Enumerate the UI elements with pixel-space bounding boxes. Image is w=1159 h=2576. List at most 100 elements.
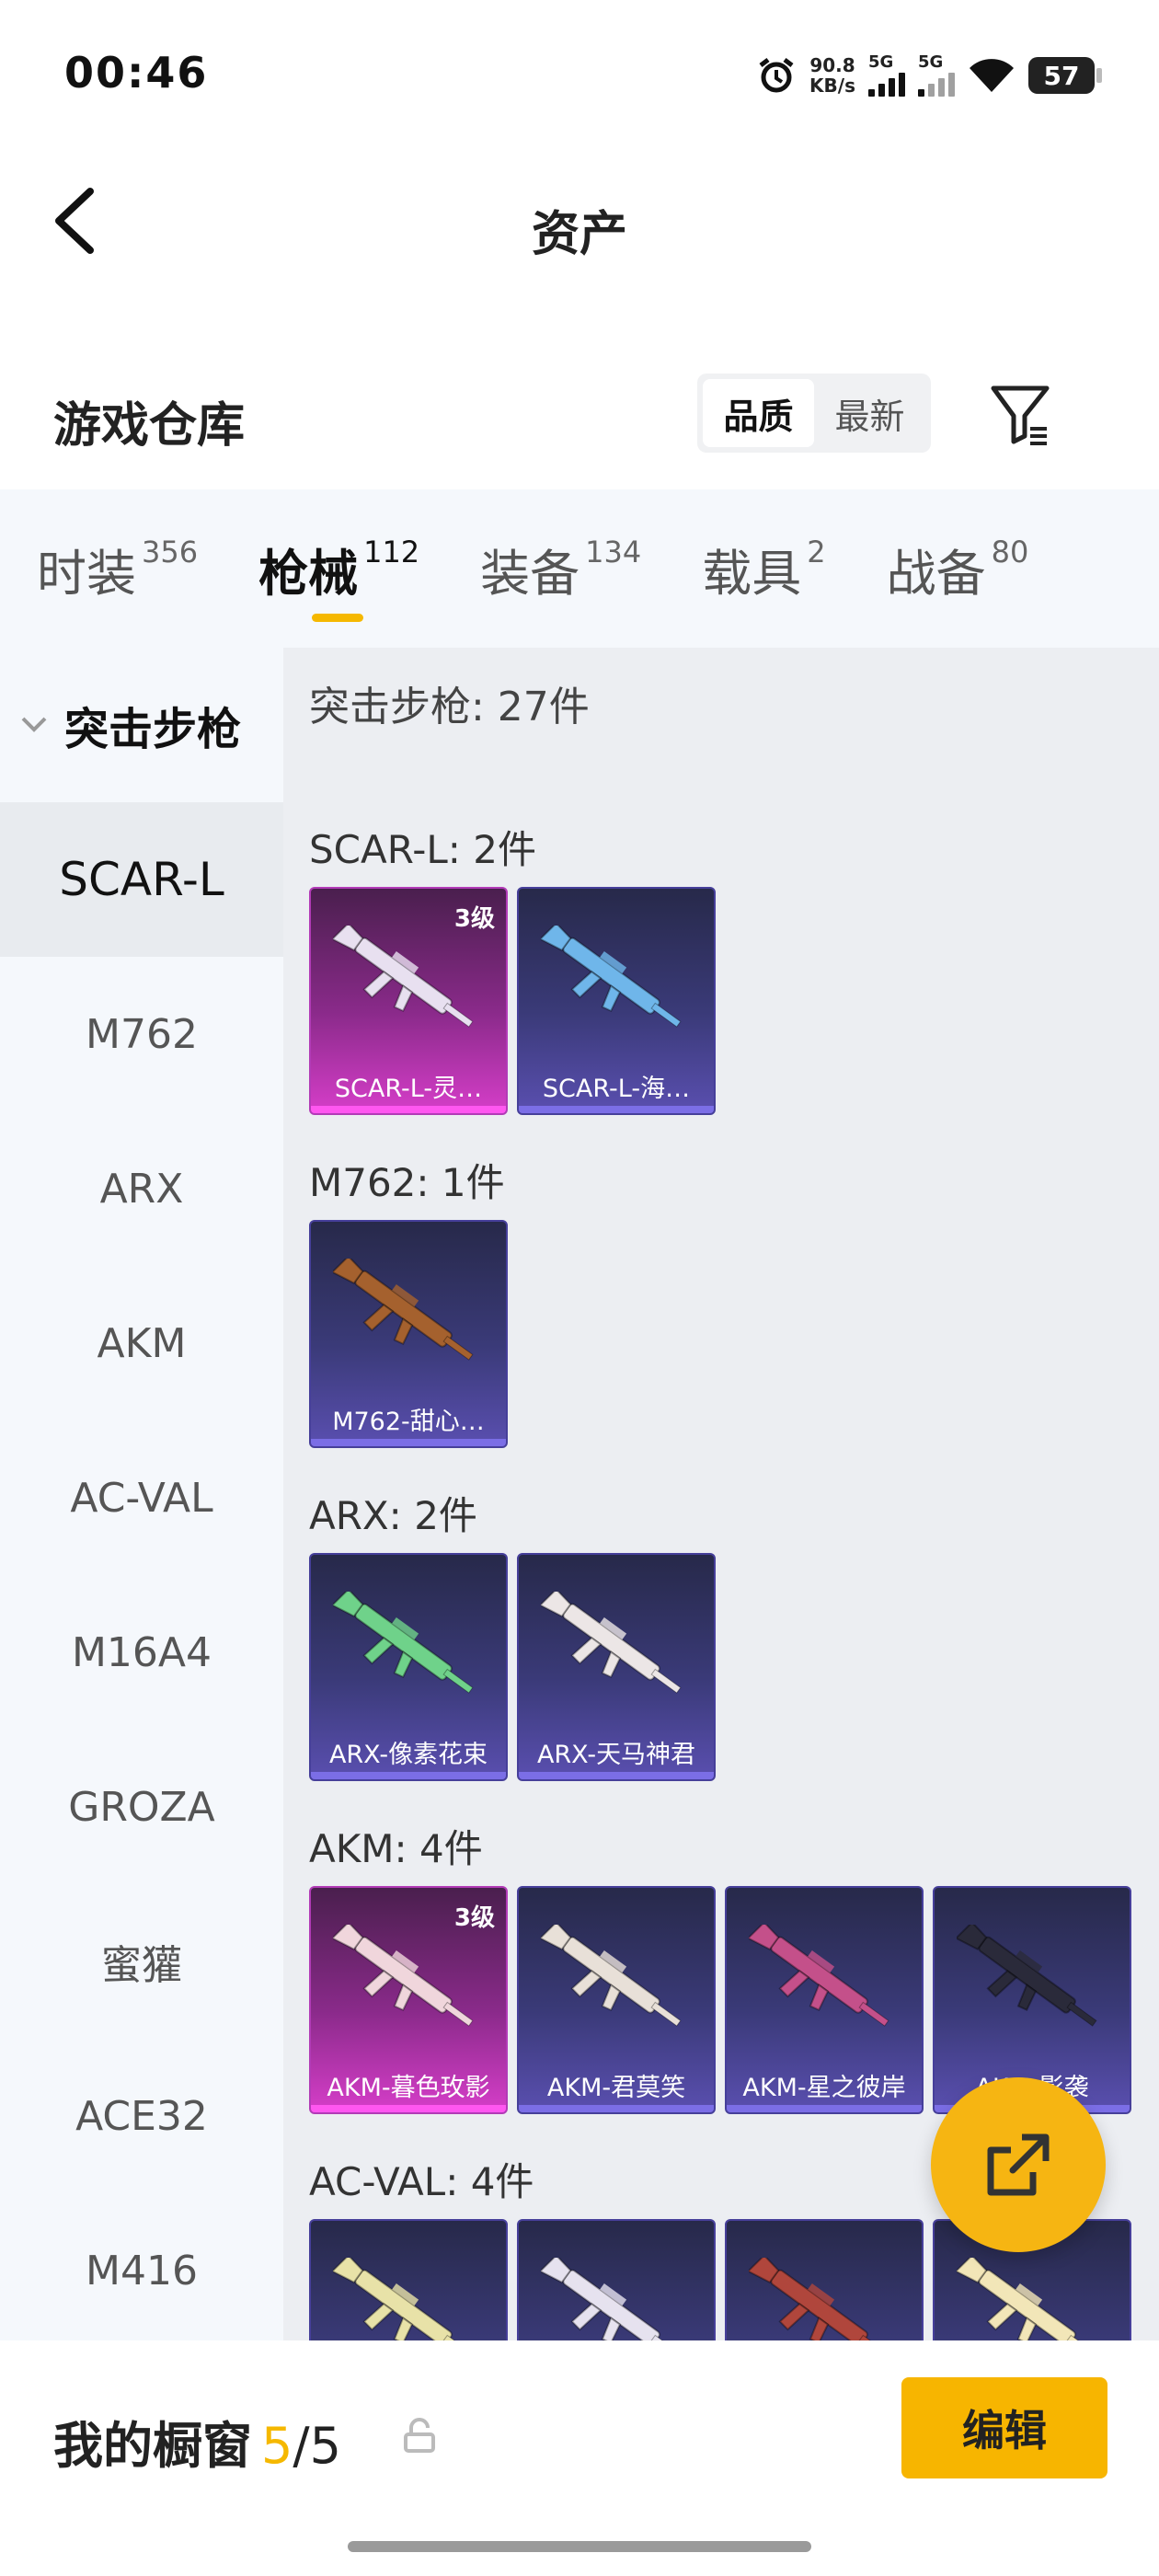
sidebar-item[interactable]: AKM: [0, 1266, 283, 1420]
tab-label: 枪械: [258, 544, 359, 603]
chevron-down-icon: [21, 717, 47, 732]
tab-count: 80: [991, 535, 1029, 569]
warehouse-title: 游戏仓库: [53, 398, 246, 454]
sidebar-item[interactable]: M762: [0, 957, 283, 1111]
status-bar: 00:46 90.8 KB/s 5G 5G 57: [0, 0, 1159, 156]
sort-quality-button[interactable]: 品质: [703, 379, 814, 447]
item-card[interactable]: AKM-君莫笑: [517, 1886, 716, 2114]
signal-2: 5G: [918, 54, 955, 97]
group-title: SCAR-L: 2件: [309, 827, 536, 872]
sidebar-item[interactable]: M416: [0, 2193, 283, 2348]
item-name: SCAR-L-灵…: [334, 1075, 483, 1103]
wifi-icon: [970, 59, 1014, 92]
group-title: ARX: 2件: [309, 1493, 477, 1538]
status-time: 00:46: [64, 48, 209, 98]
item-card[interactable]: [725, 2219, 924, 2340]
item-card[interactable]: [517, 2219, 716, 2340]
quality-bar: [519, 1772, 714, 1779]
showcase-title: 我的橱窗: [53, 2417, 252, 2475]
tab-4[interactable]: 战备 80: [887, 489, 1029, 648]
tab-label: 时装: [37, 544, 136, 603]
speed-value: 90.8: [809, 54, 855, 76]
battery-icon: 57: [1028, 57, 1102, 94]
item-card[interactable]: [309, 2219, 508, 2340]
item-card[interactable]: 3级 AKM-暮色玫影: [309, 1886, 508, 2114]
category-tabs: 时装 356 枪械 112 装备 134 载具 2 战备 80: [0, 489, 1159, 648]
tab-1[interactable]: 枪械 112: [258, 489, 419, 648]
item-name: AKM-君莫笑: [546, 2074, 686, 2102]
level-badge: 3级: [453, 905, 495, 933]
gun-icon: [541, 1925, 682, 2027]
home-indicator: [348, 2541, 811, 2552]
item-card[interactable]: SCAR-L-海…: [517, 887, 716, 1115]
gun-icon: [333, 926, 474, 1028]
tab-count: 2: [807, 535, 826, 569]
signal-1: 5G: [868, 54, 905, 97]
quality-bar: [311, 1106, 506, 1113]
page-title: 资产: [531, 207, 627, 262]
sidebar-item[interactable]: GROZA: [0, 1730, 283, 1884]
share-icon: [987, 2133, 1050, 2196]
showcase-bar: 我的橱窗 5/5 编辑: [0, 2340, 1159, 2576]
item-name: AKM-星之彼岸: [742, 2074, 906, 2102]
item-name: AKM-暮色玫影: [327, 2074, 490, 2102]
nav-bar: 资产: [0, 156, 1159, 285]
group-title: AC-VAL: 4件: [309, 2159, 534, 2204]
sidebar-item[interactable]: ACE32: [0, 2039, 283, 2193]
category-count: 突击步枪: 27件: [309, 684, 590, 730]
battery-level: 57: [1043, 60, 1080, 91]
tab-3[interactable]: 载具 2: [702, 489, 825, 648]
tab-underline: [312, 614, 364, 622]
tab-count: 134: [585, 535, 642, 569]
sidebar-items: SCAR-L M762 ARX AKM AC-VAL M16A4 GROZA 蜜獾 ACE32 M…: [0, 802, 283, 2348]
item-card[interactable]: ARX-像素花束: [309, 1553, 508, 1781]
item-name: M762-甜心…: [332, 1408, 485, 1436]
sidebar-item[interactable]: AC-VAL: [0, 1420, 283, 1575]
level-badge: 3级: [453, 1904, 495, 1932]
signal-2-label: 5G: [918, 52, 944, 72]
sidebar-item[interactable]: ARX: [0, 1111, 283, 1266]
item-card[interactable]: 3级 SCAR-L-灵…: [309, 887, 508, 1115]
edit-button[interactable]: 编辑: [901, 2377, 1107, 2478]
gun-icon: [333, 2258, 474, 2340]
item-name: SCAR-L-海…: [542, 1075, 691, 1103]
item-card[interactable]: ARX-天马神君: [517, 1553, 716, 1781]
sidebar-item[interactable]: 蜜獾: [0, 1884, 283, 2039]
showcase-count-current: 5: [261, 2417, 293, 2475]
sidebar-group-label: 突击步枪: [64, 704, 242, 755]
status-icons: 90.8 KB/s 5G 5G 57: [756, 48, 1102, 103]
item-card[interactable]: M762-甜心…: [309, 1220, 508, 1448]
gun-icon: [749, 1925, 889, 2027]
share-button[interactable]: [931, 2077, 1106, 2252]
item-name: ARX-像素花束: [328, 1741, 488, 1769]
gun-icon: [333, 1259, 474, 1361]
gun-icon: [333, 1592, 474, 1694]
subcategory-sidebar: 突击步枪 SCAR-L M762 ARX AKM AC-VAL M16A4 GROZA 蜜獾 A…: [0, 648, 283, 2340]
gun-icon: [541, 2258, 682, 2340]
gun-icon: [749, 2258, 889, 2340]
signal-bars-icon: [868, 71, 905, 97]
network-speed: 90.8 KB/s: [809, 55, 855, 96]
gun-icon: [957, 2258, 1097, 2340]
gun-icon: [957, 1925, 1097, 2027]
tab-label: 战备: [886, 544, 986, 603]
quality-bar: [727, 2105, 922, 2112]
showcase-count: 5/5: [261, 2417, 341, 2475]
sort-latest-button[interactable]: 最新: [814, 379, 925, 447]
group-title: AKM: 4件: [309, 1826, 483, 1871]
signal-1-label: 5G: [868, 52, 894, 72]
warehouse-header: 游戏仓库 品质 最新: [0, 350, 1159, 488]
gun-icon: [541, 1592, 682, 1694]
quality-bar: [519, 1106, 714, 1113]
sidebar-item[interactable]: SCAR-L: [0, 802, 283, 957]
tab-count: 112: [363, 535, 420, 569]
item-card[interactable]: AKM-星之彼岸: [725, 1886, 924, 2114]
filter-icon[interactable]: [988, 383, 1052, 447]
sidebar-group-header[interactable]: 突击步枪: [0, 648, 283, 802]
showcase-info: 我的橱窗 5/5: [53, 2405, 341, 2478]
sidebar-item[interactable]: M16A4: [0, 1575, 283, 1730]
showcase-count-sep: /: [293, 2417, 310, 2475]
signal-bars-icon: [918, 71, 955, 97]
tab-0[interactable]: 时装 356: [37, 489, 198, 648]
tab-2[interactable]: 装备 134: [480, 489, 641, 648]
